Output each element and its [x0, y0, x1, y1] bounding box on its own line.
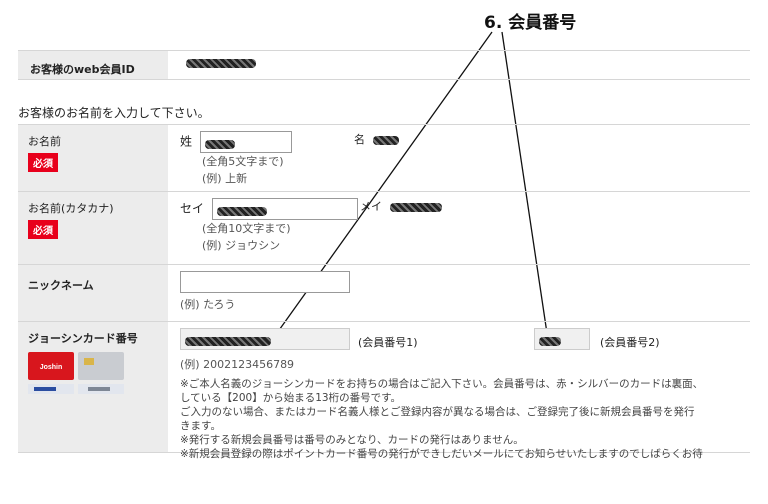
intro-text: お客様のお名前を入力して下さい。 — [18, 106, 210, 120]
kana-hint-1: (全角10文字まで) — [202, 222, 291, 235]
kana-row: お名前(カタカナ) 必須 セイ メイ (全角10文字まで) (例) ジョウシン — [18, 191, 750, 264]
card-number-2-input[interactable] — [534, 328, 590, 350]
card-note-6: ※新規会員登録の際はポイントカード番号の発行ができしだいメールにてお知らせいたし… — [180, 448, 703, 460]
card-number-2-redacted — [539, 337, 561, 346]
required-badge: 必須 — [28, 153, 58, 172]
web-id-row: お客様のweb会員ID — [18, 50, 750, 80]
nickname-label: ニックネーム — [18, 265, 168, 321]
name-hint-2: (例) 上新 — [202, 172, 248, 185]
card-note-1: ※ご本人名義のジョーシンカードをお持ちの場合はご記入下さい。会員番号は、赤・シル… — [180, 378, 704, 390]
mei-value-redacted — [372, 135, 399, 145]
nickname-input[interactable] — [180, 271, 350, 293]
annotation-label: 6. 会員番号 — [484, 13, 577, 33]
kana-label: お名前(カタカナ) — [28, 202, 114, 215]
mei-kana-label: メイ — [360, 200, 382, 213]
card-note-5: ※発行する新規会員番号は番号のみとなり、カードの発行はありません。 — [180, 434, 524, 446]
card-field-2-label: (会員番号2) — [600, 336, 660, 349]
name-hint-1: (全角5文字まで) — [202, 155, 284, 168]
card-label: ジョーシンカード番号 — [28, 332, 138, 345]
sei-label: 姓 — [180, 134, 193, 149]
required-badge: 必須 — [28, 220, 58, 239]
mei-label: 名 — [354, 133, 365, 146]
card-field-1-label: (会員番号1) — [358, 336, 418, 349]
sei-value-redacted — [204, 140, 235, 149]
sei-kana-value-redacted — [216, 207, 267, 216]
joshin-card-image: Joshin — [28, 352, 124, 396]
sei-kana-label: セイ — [180, 201, 205, 216]
sei-input[interactable] — [199, 131, 292, 153]
card-row: ジョーシンカード番号 Joshin (会員番号1) (会員番号2) (例) 20… — [18, 321, 750, 460]
registration-form: お名前 必須 姓 名 (全角5文字まで) (例) 上新 お名前(カタカナ) 必須… — [18, 124, 750, 460]
web-id-value-redacted — [186, 59, 256, 68]
name-row: お名前 必須 姓 名 (全角5文字まで) (例) 上新 — [18, 124, 750, 191]
card-note-3: ご入力のない場合、またはカード名義人様とご登録内容が異なる場合は、ご登録完了後に… — [180, 406, 695, 418]
sei-kana-input[interactable] — [211, 198, 358, 220]
web-id-label: お客様のweb会員ID — [18, 51, 168, 79]
svg-text:Joshin: Joshin — [40, 364, 63, 371]
nickname-hint: (例) たろう — [180, 298, 236, 311]
card-example: (例) 2002123456789 — [180, 358, 295, 371]
name-label: お名前 — [28, 135, 61, 148]
mei-kana-value-redacted — [389, 202, 442, 212]
nickname-row: ニックネーム (例) たろう — [18, 264, 750, 321]
kana-hint-2: (例) ジョウシン — [202, 239, 281, 252]
card-number-1-redacted — [185, 337, 271, 346]
card-number-1-input[interactable] — [180, 328, 350, 350]
card-note-4: きます。 — [180, 420, 221, 432]
card-note-2: している【200】から始まる13桁の番号です。 — [180, 392, 402, 404]
